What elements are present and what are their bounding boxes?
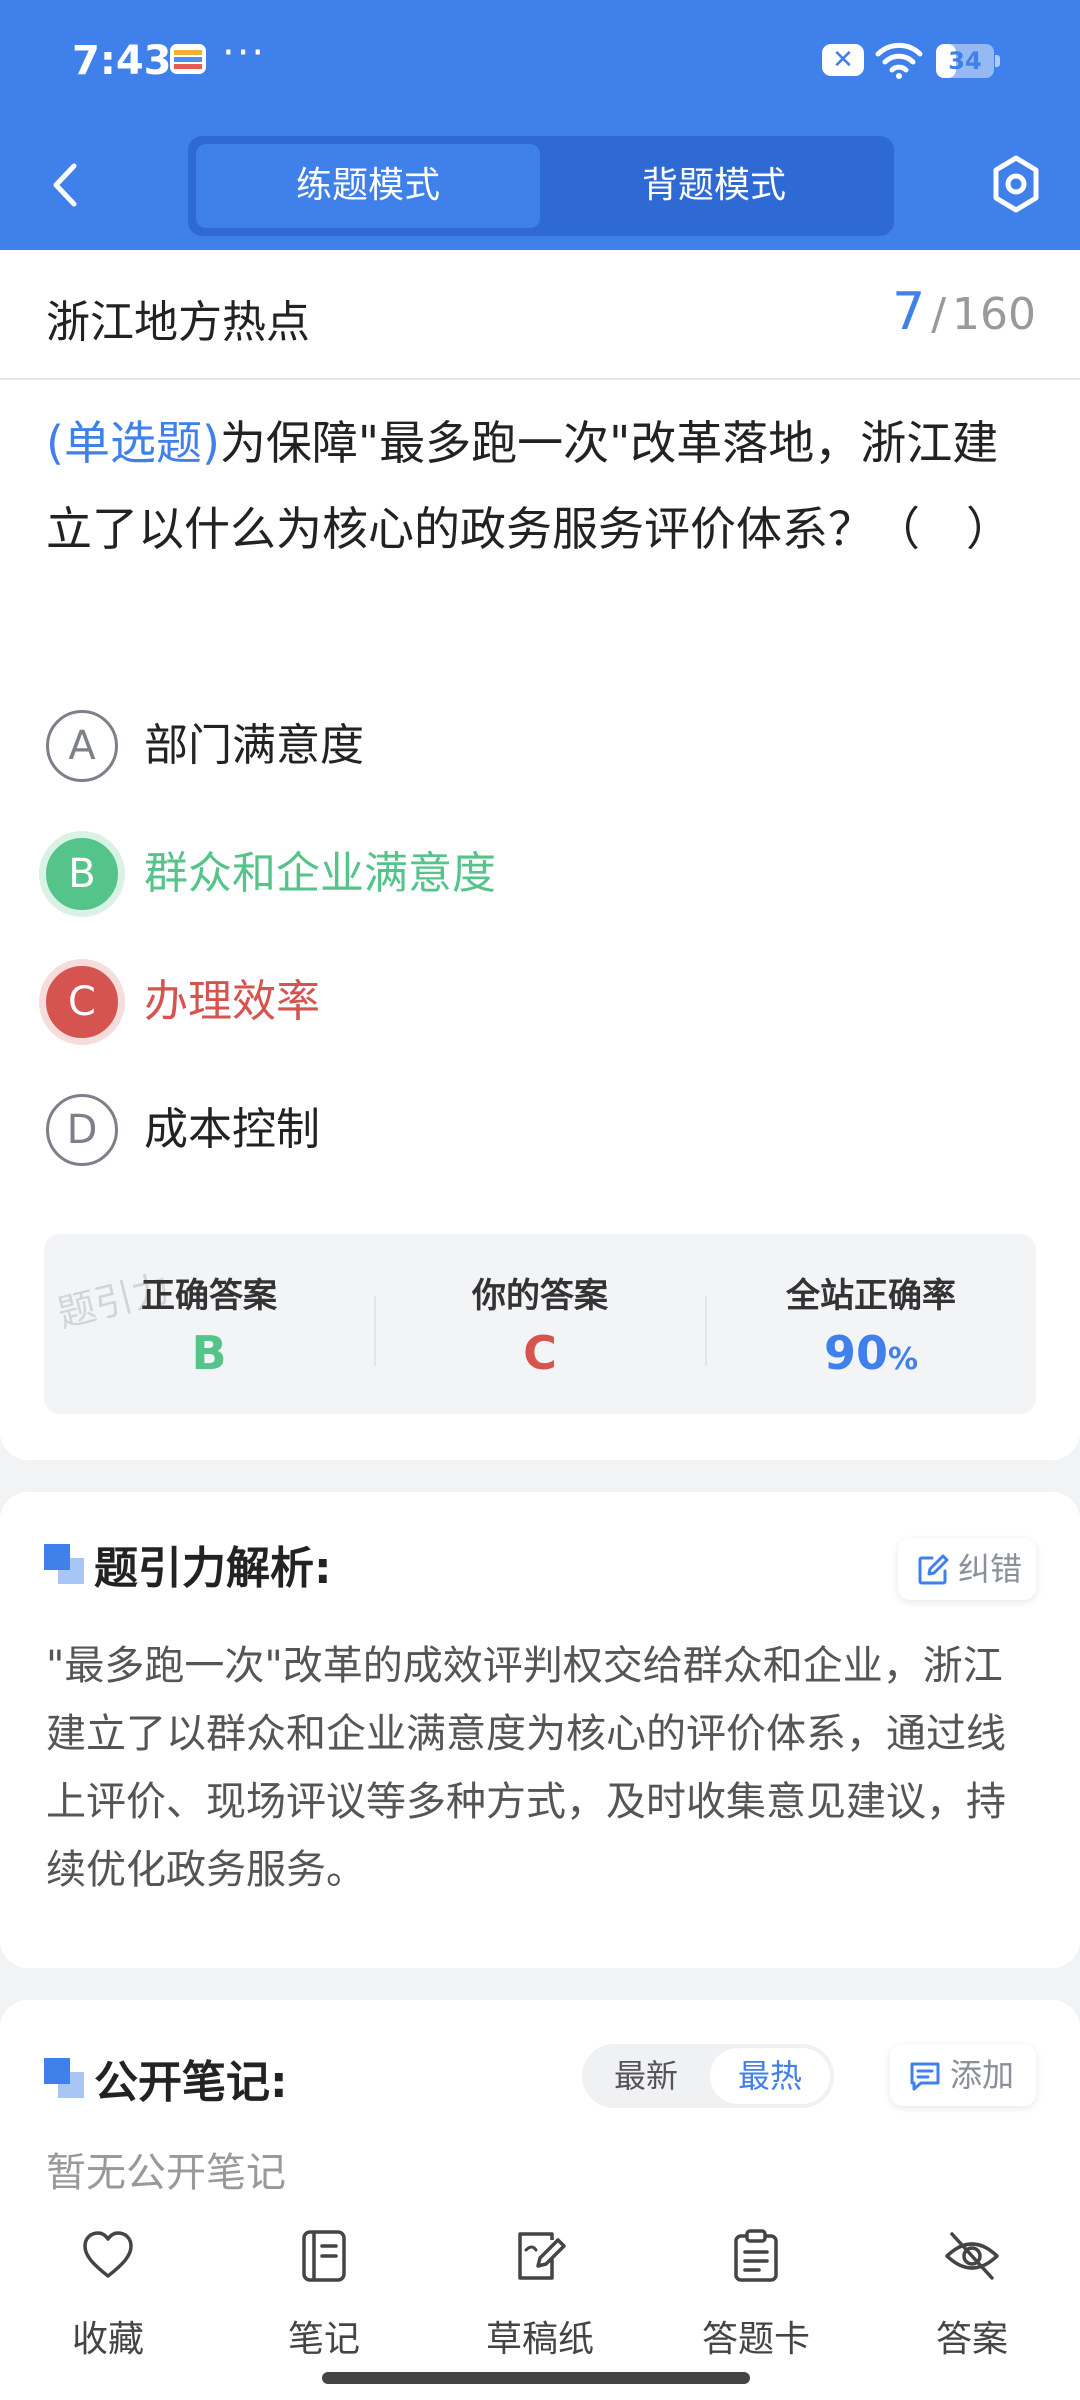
option-c-text: 办理效率 (144, 976, 320, 1027)
option-d-letter: D (46, 1094, 118, 1166)
question-text: (单选题)为保障"最多跑一次"改革落地，浙江建立了以什么为核心的政务服务评价体系… (46, 400, 1036, 572)
notes-sort-toggle: 最新 最热 (582, 2044, 834, 2108)
option-c[interactable]: C 办理效率 (46, 966, 1026, 1042)
top-app-bar: 7:43 ··· ✕ 34 练题模式 背题模式 (0, 0, 1080, 250)
question-header: 浙江地方热点 7/160 (0, 250, 1080, 380)
draft-paper-icon (518, 2232, 566, 2280)
analysis-text: "最多跑一次"改革的成效评判权交给群众和企业，浙江建立了以群众和企业满意度为核心… (46, 1643, 1006, 1893)
edit-icon (918, 1554, 949, 1585)
draft-paper-button[interactable]: 草稿纸 (460, 2228, 620, 2360)
comment-icon (910, 2062, 940, 2091)
notes-title: 公开笔记: (94, 2057, 288, 2108)
analysis-card: 题引力解析: 纠错 "最多跑一次"改革的成效评判权交给群众和企业，浙江建立了以群… (0, 1492, 1080, 1968)
eye-off-icon (945, 2232, 999, 2280)
site-accuracy-column: 全站正确率 90% (706, 1234, 1036, 1414)
site-accuracy-value: 90% (823, 1326, 919, 1380)
option-c-letter: C (46, 966, 118, 1038)
mode-switch: 练题模式 背题模式 (188, 136, 894, 236)
answer-toggle-button[interactable]: 答案 (892, 2228, 1052, 2360)
answer-sheet-icon (734, 2229, 778, 2282)
analysis-title: 题引力解析: (94, 1543, 332, 1594)
question-category: 浙江地方热点 (46, 297, 310, 348)
correct-answer-label: 正确答案 (141, 1276, 277, 1316)
bottom-toolbar: 收藏 笔记 草稿纸 答题卡 答案 (0, 2200, 1080, 2400)
question-card: 浙江地方热点 7/160 (单选题)为保障"最多跑一次"改革落地，浙江建立了以什… (0, 250, 1080, 1460)
section-icon (44, 1544, 84, 1584)
your-answer-label: 你的答案 (472, 1276, 608, 1316)
wallet-app-icon (170, 44, 206, 74)
notebook-icon (302, 2230, 346, 2282)
settings-button[interactable] (988, 152, 1044, 216)
section-icon (44, 2058, 84, 2098)
option-b[interactable]: B 群众和企业满意度 (46, 838, 1026, 914)
favorite-button[interactable]: 收藏 (28, 2228, 188, 2360)
option-d-text: 成本控制 (144, 1104, 320, 1155)
option-a-text: 部门满意度 (144, 720, 364, 771)
notes-label: 笔记 (287, 2319, 360, 2360)
answer-summary: 题引力 正确答案 B 你的答案 C 全站正确率 90% (44, 1234, 1036, 1414)
question-progress: 7/160 (892, 282, 1036, 342)
notes-button[interactable]: 笔记 (244, 2228, 404, 2360)
sort-latest-button[interactable]: 最新 (586, 2048, 706, 2104)
status-time: 7:43 (72, 38, 172, 84)
correct-answer-column: 正确答案 B (44, 1234, 374, 1414)
answer-toggle-label: 答案 (935, 2319, 1008, 2360)
add-note-button[interactable]: 添加 (890, 2044, 1036, 2106)
current-question-number: 7 (892, 282, 926, 342)
option-b-text: 群众和企业满意度 (144, 848, 496, 899)
answer-sheet-button[interactable]: 答题卡 (676, 2228, 836, 2360)
back-button[interactable] (40, 150, 90, 220)
option-a[interactable]: A 部门满意度 (46, 710, 1026, 786)
vpn-off-icon: ✕ (822, 44, 864, 76)
total-question-count: 160 (952, 289, 1036, 340)
add-note-label: 添加 (950, 2056, 1015, 2094)
wifi-icon (875, 42, 923, 79)
option-b-letter: B (46, 838, 118, 910)
battery-icon: 34 (936, 44, 1000, 78)
empty-notes-text: 暂无公开笔记 (46, 2150, 286, 2196)
tab-practice-mode[interactable]: 练题模式 (196, 144, 540, 228)
site-accuracy-label: 全站正确率 (786, 1276, 956, 1316)
status-bar: 7:43 ··· ✕ 34 (0, 0, 1080, 125)
option-d[interactable]: D 成本控制 (46, 1094, 1026, 1170)
option-a-letter: A (46, 710, 118, 782)
heart-icon (83, 2231, 133, 2278)
favorite-label: 收藏 (71, 2319, 144, 2360)
correct-answer-value: B (191, 1326, 227, 1380)
your-answer-column: 你的答案 C (375, 1234, 705, 1414)
answer-sheet-label: 答题卡 (701, 2319, 810, 2360)
home-indicator (322, 2372, 750, 2384)
report-error-label: 纠错 (958, 1550, 1023, 1588)
question-type-label: (单选题) (46, 416, 220, 470)
your-answer-value: C (523, 1326, 557, 1380)
tab-memorize-mode[interactable]: 背题模式 (542, 144, 886, 228)
more-notifications-icon: ··· (222, 30, 267, 76)
draft-paper-label: 草稿纸 (485, 2319, 594, 2360)
battery-level: 34 (948, 47, 982, 75)
sort-hottest-button[interactable]: 最热 (710, 2048, 830, 2104)
report-error-button[interactable]: 纠错 (898, 1538, 1036, 1600)
